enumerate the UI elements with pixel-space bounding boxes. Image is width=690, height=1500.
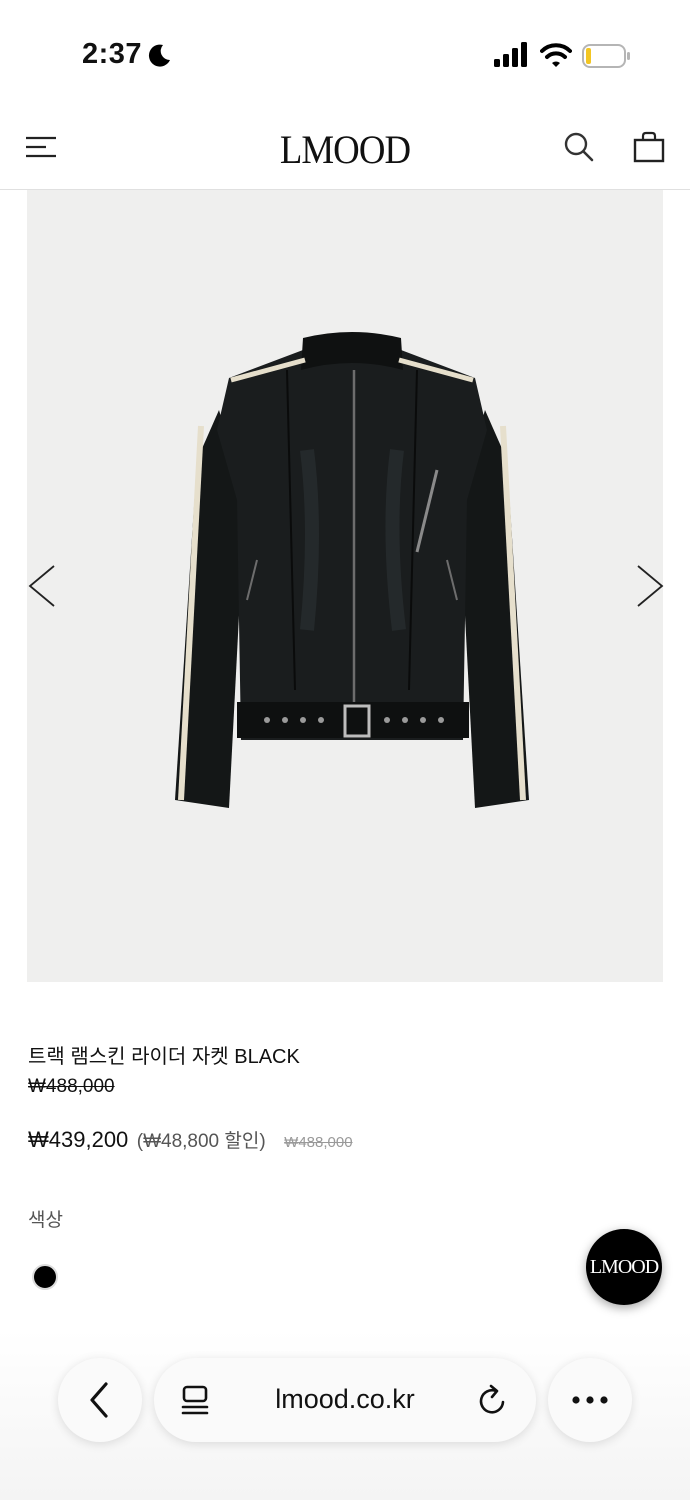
- discount-amount: (₩48,800 할인): [136, 1131, 266, 1152]
- chevron-left-icon[interactable]: [26, 562, 60, 610]
- color-swatch-black[interactable]: [32, 1264, 58, 1290]
- sale-price: ₩439,200: [28, 1127, 129, 1152]
- floating-logo-button[interactable]: LMOOD: [586, 1229, 662, 1305]
- reload-icon[interactable]: [476, 1382, 510, 1418]
- status-bar: 2:37: [0, 0, 690, 108]
- chevron-right-icon[interactable]: [632, 562, 666, 610]
- wifi-icon: [540, 43, 572, 67]
- jacket-image: [175, 332, 529, 808]
- compare-price: ₩488,000: [284, 1134, 353, 1151]
- back-button[interactable]: [58, 1358, 142, 1442]
- bag-icon[interactable]: [632, 130, 666, 164]
- status-time: 2:37: [82, 38, 143, 70]
- address-bar[interactable]: lmood.co.kr: [154, 1358, 536, 1442]
- signal-icon: [494, 42, 527, 67]
- product-image[interactable]: [27, 190, 663, 982]
- search-icon[interactable]: [562, 130, 596, 164]
- price-row: ₩439,200 (₩48,800 할인) ₩488,000: [28, 1126, 353, 1153]
- site-header: LMOOD: [0, 108, 690, 190]
- chevron-left-icon: [90, 1382, 108, 1418]
- moon-icon: [148, 44, 170, 67]
- more-button[interactable]: [548, 1358, 632, 1442]
- color-label: 색상: [28, 1210, 63, 1231]
- more-icon: [572, 1396, 608, 1404]
- product-name: 트랙 램스킨 라이더 자켓 BLACK: [28, 1046, 300, 1068]
- original-price: ₩488,000: [28, 1076, 115, 1097]
- browser-toolbar: lmood.co.kr: [0, 1330, 690, 1500]
- battery-icon: [582, 44, 630, 68]
